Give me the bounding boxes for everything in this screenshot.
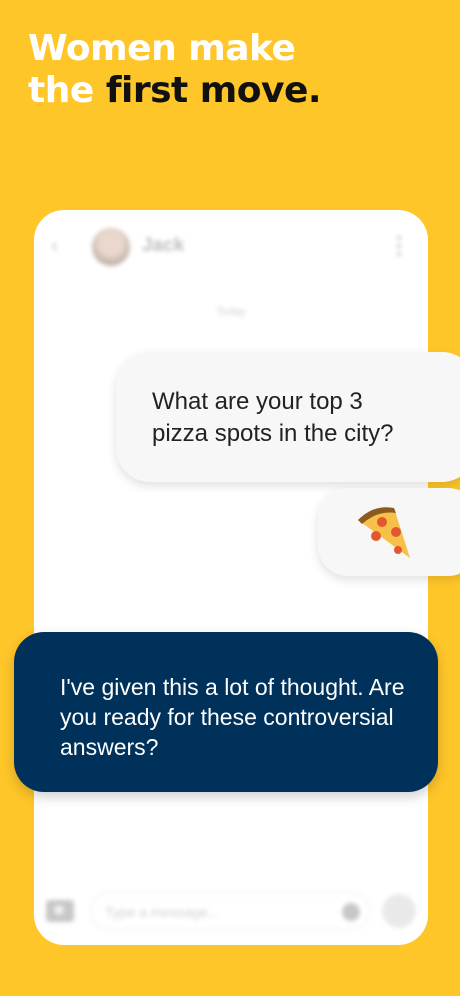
day-label: Today	[216, 306, 246, 318]
pizza-icon	[358, 507, 410, 558]
photo-icon[interactable]	[46, 900, 74, 922]
send-button[interactable]	[382, 894, 416, 928]
chat-screen: ‹ Jack Today Type a message...	[34, 210, 428, 945]
contact-name: Jack	[142, 235, 185, 256]
message-bubble-answer: I've given this a lot of thought. Are yo…	[14, 632, 438, 792]
emoji-icon[interactable]	[342, 903, 360, 921]
headline: Women make the first move.	[28, 28, 322, 112]
message-text: I've given this a lot of thought. Are yo…	[60, 674, 405, 760]
message-composer: Type a message...	[34, 892, 428, 932]
chat-header: ‹ Jack	[34, 210, 428, 282]
headline-line-1: Women make	[28, 28, 296, 69]
message-input[interactable]: Type a message...	[90, 892, 370, 930]
headline-line-2: the first move.	[28, 70, 322, 112]
headline-dark-words: first move.	[105, 70, 322, 111]
message-bubble-question: What are your top 3 pizza spots in the c…	[116, 352, 460, 482]
message-bubble-emoji	[318, 488, 460, 576]
message-text: What are your top 3 pizza spots in the c…	[152, 388, 394, 447]
headline-light-word: the	[28, 70, 94, 111]
back-arrow-icon[interactable]: ‹	[50, 234, 64, 259]
more-options-icon[interactable]	[397, 236, 402, 258]
avatar[interactable]	[92, 228, 130, 266]
